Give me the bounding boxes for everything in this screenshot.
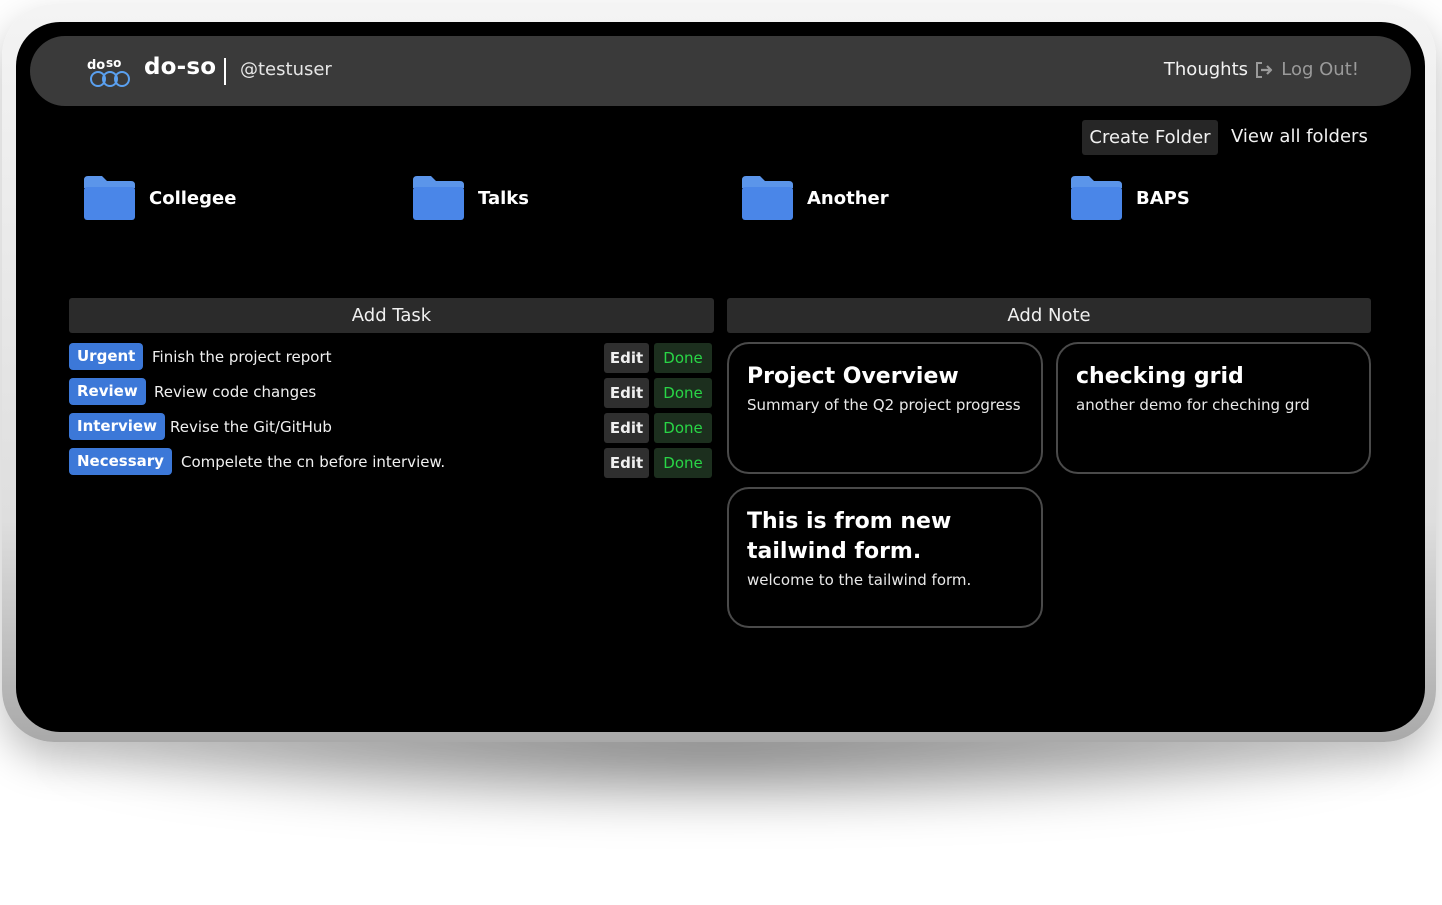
svg-text:so: so — [106, 56, 121, 70]
edit-button[interactable]: Edit — [604, 448, 649, 478]
create-folder-button[interactable]: Create Folder — [1082, 120, 1218, 155]
add-task-button[interactable]: Add Task — [69, 298, 714, 333]
edit-button[interactable]: Edit — [604, 343, 649, 373]
task-text: Review code changes — [154, 383, 317, 401]
svg-text:do: do — [87, 58, 105, 73]
folder-icon — [742, 176, 793, 220]
folder-name: Collegee — [149, 187, 237, 209]
done-button[interactable]: Done — [654, 448, 712, 478]
folder-icon — [1071, 176, 1122, 220]
logo-icon[interactable]: do so — [86, 56, 132, 88]
task-row: Necessary Compelete the cn before interv… — [69, 448, 714, 478]
note-card[interactable]: This is from new tailwind form. welcome … — [727, 487, 1043, 628]
logout-label: Log Out! — [1281, 59, 1359, 80]
device-frame: do so do-so @testuser Thoughts Log Out! … — [2, 4, 1436, 742]
folder-name: Another — [807, 187, 889, 209]
folder-collegee[interactable]: Collegee — [82, 174, 236, 222]
note-card[interactable]: Project Overview Summary of the Q2 proje… — [727, 342, 1043, 474]
task-row: Interview Revise the Git/GitHub Edit Don… — [69, 413, 714, 443]
note-body: welcome to the tailwind form. — [747, 571, 972, 589]
task-tag: Urgent — [69, 343, 144, 370]
folder-talks[interactable]: Talks — [411, 174, 529, 222]
logout-button[interactable]: Log Out! — [1254, 59, 1359, 80]
folder-baps[interactable]: BAPS — [1069, 174, 1190, 222]
task-row: Urgent Finish the project report Edit Do… — [69, 343, 714, 373]
note-card[interactable]: checking grid another demo for cheching … — [1056, 342, 1371, 474]
task-tag: Interview — [69, 413, 165, 440]
task-text: Revise the Git/GitHub — [170, 418, 332, 436]
task-tag: Review — [69, 378, 146, 405]
task-tag: Necessary — [69, 448, 172, 475]
done-button[interactable]: Done — [654, 413, 712, 443]
logout-icon — [1256, 61, 1273, 78]
note-body: another demo for cheching grd — [1076, 396, 1310, 414]
app-screen: do so do-so @testuser Thoughts Log Out! … — [16, 22, 1425, 732]
edit-button[interactable]: Edit — [604, 413, 649, 443]
task-row: Review Review code changes Edit Done — [69, 378, 714, 408]
username-label: @testuser — [240, 59, 332, 80]
view-all-folders-link[interactable]: View all folders — [1231, 126, 1368, 147]
done-button[interactable]: Done — [654, 343, 712, 373]
brand-name[interactable]: do-so — [144, 54, 216, 80]
note-title: This is from new tailwind form. — [747, 509, 952, 564]
folder-name: Talks — [478, 187, 529, 209]
note-body: Summary of the Q2 project progress — [747, 396, 1021, 414]
folder-name: BAPS — [1136, 187, 1190, 209]
done-button[interactable]: Done — [654, 378, 712, 408]
folder-another[interactable]: Another — [740, 174, 889, 222]
task-text: Compelete the cn before interview. — [181, 453, 446, 471]
add-note-button[interactable]: Add Note — [727, 298, 1371, 333]
task-text: Finish the project report — [152, 348, 332, 366]
edit-button[interactable]: Edit — [604, 378, 649, 408]
note-title: checking grid — [1076, 364, 1244, 389]
navbar: do so do-so @testuser Thoughts Log Out! — [30, 36, 1411, 106]
thoughts-link[interactable]: Thoughts — [1164, 59, 1248, 80]
folder-icon — [413, 176, 464, 220]
folder-icon — [84, 176, 135, 220]
note-title: Project Overview — [747, 364, 959, 389]
brand-divider — [224, 58, 226, 85]
